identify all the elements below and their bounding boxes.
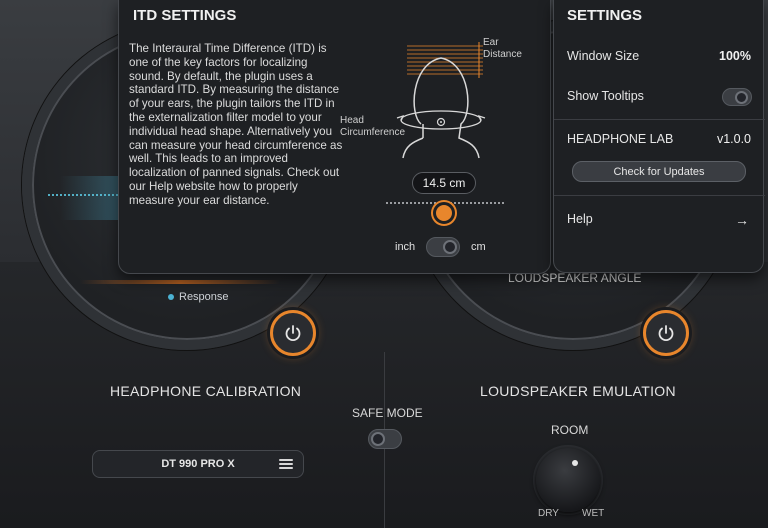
check-updates-button[interactable]: Check for Updates: [572, 161, 746, 182]
wet-label: WET: [582, 508, 605, 519]
response-curve-glow: [60, 176, 118, 220]
settings-divider: [554, 119, 765, 120]
unit-toggle[interactable]: [426, 237, 460, 257]
toggle-knob: [371, 432, 385, 446]
safe-mode-toggle[interactable]: [368, 429, 402, 449]
headphone-preset-selector[interactable]: DT 990 PRO X: [92, 450, 304, 478]
safe-mode-label: SAFE MODE: [352, 406, 423, 420]
itd-settings-panel: ITD SETTINGS The Interaural Time Differe…: [118, 0, 551, 274]
loudspeaker-emulation-title: LOUDSPEAKER EMULATION: [480, 383, 676, 399]
toggle-knob: [443, 240, 457, 254]
room-label: ROOM: [551, 423, 589, 437]
preset-name: DT 990 PRO X: [161, 458, 235, 470]
headphone-power-button[interactable]: [270, 310, 316, 356]
settings-title: SETTINGS: [567, 7, 643, 24]
settings-divider: [554, 195, 765, 196]
itd-description: The Interaural Time Difference (ITD) is …: [129, 42, 343, 207]
room-knob[interactable]: [536, 448, 600, 512]
head-diagram-icon: [396, 42, 486, 159]
dry-label: DRY: [538, 508, 559, 519]
loudspeaker-power-button[interactable]: [643, 310, 689, 356]
itd-value-field[interactable]: 14.5 cm: [412, 172, 476, 194]
power-icon: [658, 325, 674, 342]
unit-cm-label: cm: [471, 241, 486, 253]
itd-title: ITD SETTINGS: [133, 7, 237, 24]
headphone-calibration-title: HEADPHONE CALIBRATION: [110, 383, 302, 399]
hamburger-menu-icon[interactable]: [279, 459, 293, 470]
window-size-label: Window Size: [567, 49, 640, 63]
knob-indicator: [572, 460, 578, 466]
arrow-right-icon[interactable]: →: [735, 212, 749, 228]
product-label: HEADPHONE LAB: [567, 132, 674, 146]
head-circumference-label: Head Circumference: [340, 115, 406, 138]
show-tooltips-label: Show Tooltips: [567, 89, 644, 103]
power-icon: [285, 325, 301, 342]
orange-arc-highlight: [80, 280, 280, 284]
response-dot-icon: [168, 294, 174, 300]
itd-slider-thumb[interactable]: [433, 202, 455, 224]
ear-distance-label: Ear Distance: [483, 37, 522, 60]
response-legend: Response: [168, 291, 229, 303]
help-link[interactable]: Help: [567, 212, 593, 226]
response-label: Response: [179, 291, 229, 303]
show-tooltips-toggle[interactable]: [722, 88, 752, 106]
toggle-knob: [735, 91, 748, 104]
settings-panel: SETTINGS Window Size 100% Show Tooltips …: [553, 0, 765, 273]
version-label: v1.0.0: [716, 132, 751, 146]
unit-inch-label: inch: [395, 241, 416, 253]
window-size-value[interactable]: 100%: [719, 49, 751, 63]
response-curve: [48, 194, 118, 198]
